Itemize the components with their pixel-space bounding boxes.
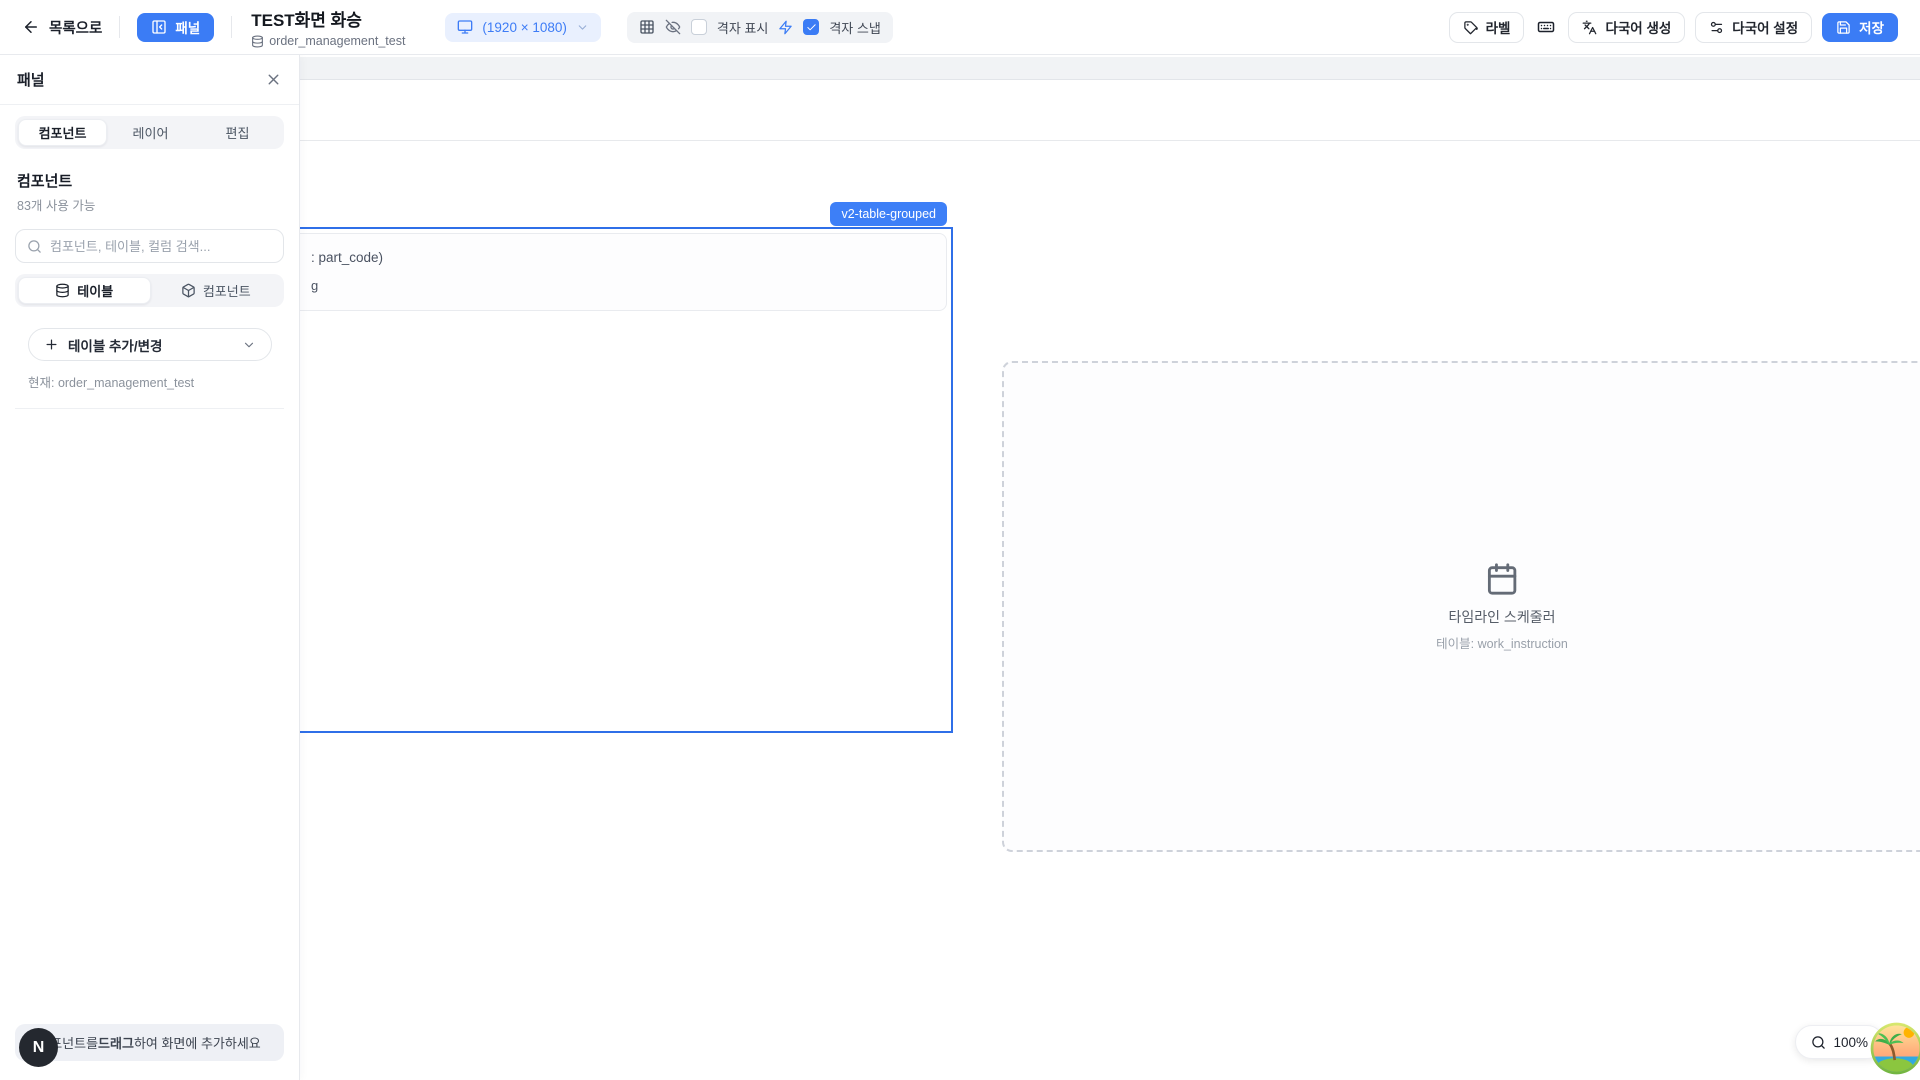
table-header-text-2: g [311,278,318,293]
panel-left-icon [151,19,167,35]
grid-snap-label: 격자 스냅 [829,18,880,37]
grid-show-checkbox[interactable] [691,19,707,35]
database-icon [55,283,70,298]
database-icon [251,35,264,48]
toggle-components-label: 컴포넌트 [203,281,251,300]
settings-sliders-icon [1709,20,1724,35]
keyboard-icon [1537,18,1555,36]
zap-icon [778,20,793,35]
scheduler-table-label: 테이블: work_instruction [1436,633,1568,652]
back-to-list-button[interactable]: 목록으로 [22,17,102,38]
screen-size-value: (1920 × 1080) [482,20,566,35]
label-button-text: 라벨 [1486,17,1511,37]
table-component-header: : part_code) g [260,233,947,311]
languages-icon [1582,20,1597,35]
grid-options-group: 격자 표시 격자 스냅 [627,12,893,43]
tab-components[interactable]: 컴포넌트 [18,119,107,146]
timeline-scheduler-placeholder: 타임라인 스케줄러 테이블: work_instruction [1436,562,1568,652]
toolbar-divider [119,16,120,38]
components-panel: 패널 컴포넌트 레이어 편집 컴포넌트 83개 사용 가능 테이블 [0,55,300,1080]
tag-icon [1463,20,1478,35]
chevron-down-icon [242,338,256,352]
add-table-button[interactable]: 테이블 추가/변경 [28,328,272,361]
hint-text-bold: 드래그 [98,1033,134,1052]
monitor-icon [457,19,473,35]
eye-off-icon [665,19,681,35]
section-title: 컴포넌트 [17,170,282,191]
timeline-scheduler-component[interactable]: 타임라인 스케줄러 테이블: work_instruction [1002,361,1920,852]
scheduler-title: 타임라인 스케줄러 [1436,607,1568,627]
keyboard-shortcuts-button[interactable] [1534,18,1558,36]
panel-button-label: 패널 [175,17,200,37]
arrow-left-icon [22,18,40,36]
magnifier-icon [1811,1035,1826,1050]
cursor-avatar: N [19,1028,58,1067]
grid-icon [639,19,655,35]
label-button[interactable]: 라벨 [1449,12,1525,43]
top-toolbar: 목록으로 패널 TEST화면 화승 order_management_test … [0,0,1920,55]
check-icon [806,22,817,33]
i18n-settings-button[interactable]: 다국어 설정 [1695,12,1812,43]
component-search[interactable] [15,229,284,263]
toggle-tables[interactable]: 테이블 [18,277,151,304]
toolbar-divider [231,16,232,38]
screen-size-selector[interactable]: (1920 × 1080) [445,13,600,42]
chevron-down-icon [576,21,589,34]
available-count: 83개 사용 가능 [17,195,282,214]
source-type-toggle: 테이블 컴포넌트 [15,274,284,307]
add-table-label: 테이블 추가/변경 [68,335,162,355]
calendar-icon [1485,562,1519,596]
tab-edit[interactable]: 편집 [194,119,281,146]
selected-table-component[interactable]: v2-table-grouped : part_code) g [254,227,953,733]
search-icon [27,239,42,254]
panel-toggle-button[interactable]: 패널 [137,13,214,42]
component-type-badge: v2-table-grouped [830,202,947,226]
zoom-level-value: 100% [1833,1035,1868,1050]
save-icon [1836,20,1851,35]
toggle-tables-label: 테이블 [77,281,113,300]
grid-show-label: 격자 표시 [717,18,768,37]
save-button-text: 저장 [1859,17,1884,37]
screen-title: TEST화면 화승 [251,6,405,31]
i18n-generate-text: 다국어 생성 [1605,17,1671,37]
panel-divider [15,408,284,409]
tab-layers[interactable]: 레이어 [107,119,194,146]
toggle-components[interactable]: 컴포넌트 [151,277,282,304]
panel-tabs: 컴포넌트 레이어 편집 [15,116,284,149]
i18n-generate-button[interactable]: 다국어 생성 [1568,12,1685,43]
box-icon [181,283,196,298]
save-button[interactable]: 저장 [1822,13,1898,42]
grid-snap-checkbox[interactable] [803,19,819,35]
panel-title: 패널 [17,69,45,90]
current-table-label: 현재: order_management_test [28,372,271,391]
close-icon[interactable] [265,71,282,88]
search-input[interactable] [50,239,272,254]
i18n-settings-text: 다국어 설정 [1732,17,1798,37]
hint-text-post: 하여 화면에 추가하세요 [134,1033,261,1052]
table-header-text: : part_code) [311,250,383,265]
linked-table-name: order_management_test [269,34,405,48]
island-sticker [1868,1020,1920,1077]
back-label: 목록으로 [49,17,102,38]
plus-icon [44,337,59,352]
